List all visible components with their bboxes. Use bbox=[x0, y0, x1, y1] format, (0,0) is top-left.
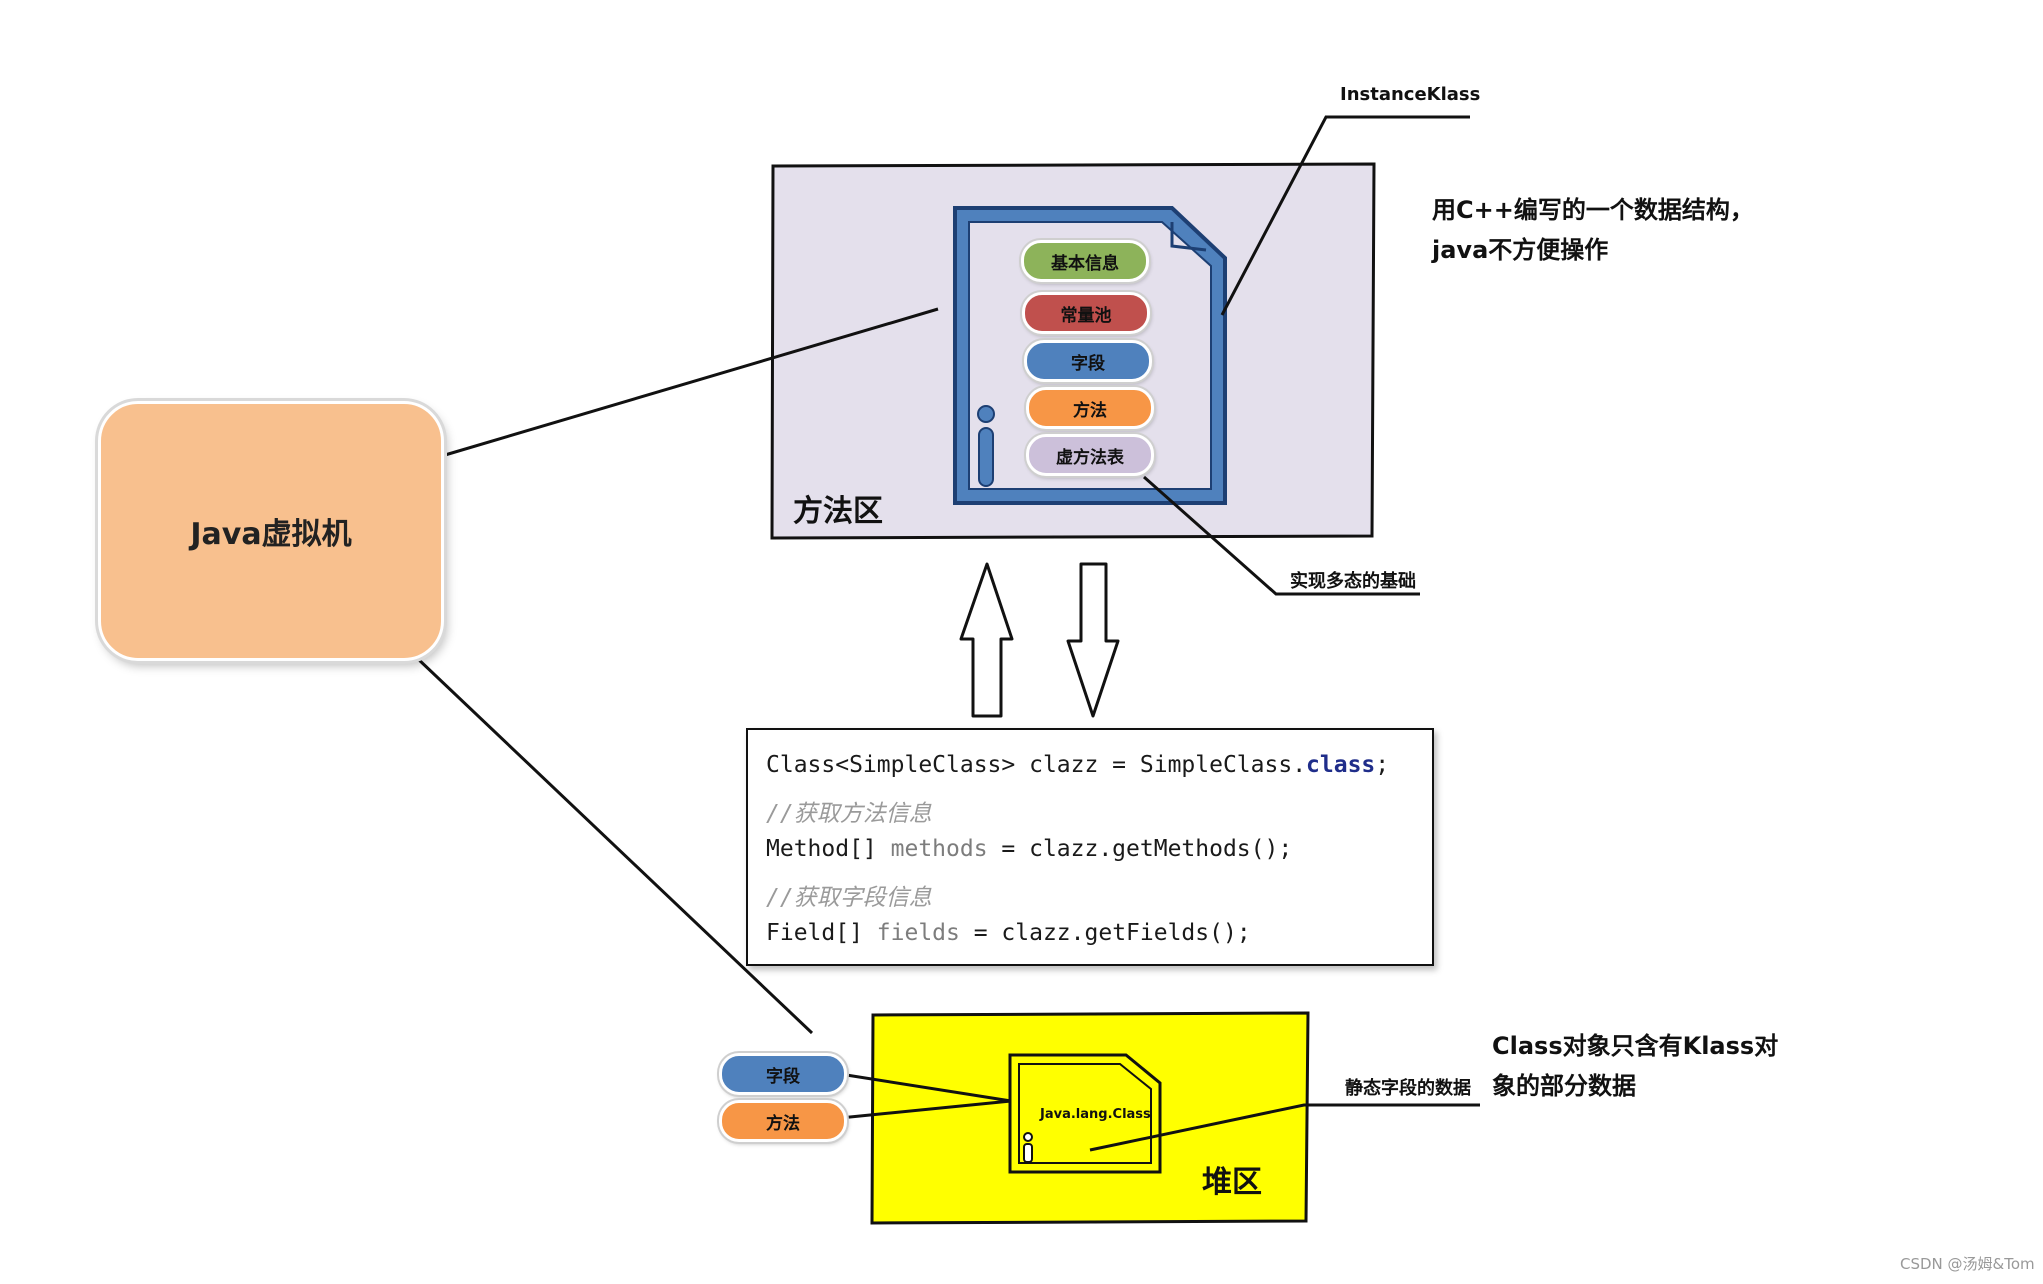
klass-note-line1: 用C++编写的一个数据结构， bbox=[1432, 196, 1754, 224]
code-line-5-end: = clazz.getFields(); bbox=[959, 920, 1251, 946]
down-arrow bbox=[1066, 562, 1120, 718]
klass-note-line2: java不方便操作 bbox=[1432, 236, 1609, 264]
heap-pill-methods: 方法 bbox=[719, 1100, 847, 1142]
pill-methods: 方法 bbox=[1026, 387, 1154, 429]
pill-basic-info-label: 基本信息 bbox=[1051, 253, 1119, 274]
heap-pill-fields: 字段 bbox=[719, 1053, 847, 1095]
up-arrow bbox=[959, 562, 1014, 718]
jvm-box: Java虚拟机 bbox=[98, 401, 444, 661]
code-comment-methods: //获取方法信息 bbox=[766, 801, 932, 827]
code-line-1-text: Class<SimpleClass> clazz = SimpleClass. bbox=[766, 752, 1307, 778]
code-line-3: Method[] methods = clazz.getMethods(); bbox=[766, 836, 1292, 862]
java-lang-class-label: Java.lang.Class bbox=[1040, 1107, 1151, 1122]
pill-constant-pool-label: 常量池 bbox=[1060, 305, 1112, 326]
code-snippet: Class<SimpleClass> clazz = SimpleClass.c… bbox=[746, 728, 1434, 966]
code-line-3-text: Method[] bbox=[766, 836, 891, 862]
heap-note-line2: 象的部分数据 bbox=[1492, 1072, 1636, 1100]
pill-fields-label: 字段 bbox=[1071, 353, 1105, 374]
code-comment-fields: //获取字段信息 bbox=[766, 885, 932, 911]
pill-basic-info: 基本信息 bbox=[1021, 240, 1149, 282]
heap-area-title: 堆区 bbox=[1202, 1165, 1262, 1200]
code-line-5-text: Field[] bbox=[766, 920, 877, 946]
code-line-3-end: = clazz.getMethods(); bbox=[987, 836, 1293, 862]
code-line-1: Class<SimpleClass> clazz = SimpleClass.c… bbox=[766, 752, 1389, 778]
code-var-methods: methods bbox=[890, 836, 988, 862]
code-keyword-class: class bbox=[1306, 752, 1376, 778]
code-line-1-end: ; bbox=[1375, 752, 1390, 778]
pill-methods-label: 方法 bbox=[1073, 400, 1107, 421]
vtable-note: 实现多态的基础 bbox=[1290, 571, 1416, 592]
pill-fields: 字段 bbox=[1024, 340, 1152, 382]
code-line-5: Field[] fields = clazz.getFields(); bbox=[766, 920, 1251, 946]
jvm-label: Java虚拟机 bbox=[190, 517, 352, 552]
static-field-data-label: 静态字段的数据 bbox=[1345, 1078, 1471, 1099]
code-var-fields: fields bbox=[876, 920, 960, 946]
heap-pill-fields-label: 字段 bbox=[766, 1066, 800, 1087]
pill-vtable: 虚方法表 bbox=[1026, 434, 1154, 476]
method-area-title: 方法区 bbox=[793, 494, 883, 529]
pill-vtable-label: 虚方法表 bbox=[1056, 447, 1124, 468]
csdn-watermark: CSDN @汤姆&Tom bbox=[1900, 1255, 2035, 1273]
instance-klass-label: InstanceKlass bbox=[1340, 84, 1481, 105]
heap-pill-methods-label: 方法 bbox=[766, 1113, 800, 1134]
pill-constant-pool: 常量池 bbox=[1022, 292, 1150, 334]
heap-note-line1: Class对象只含有Klass对 bbox=[1492, 1032, 1779, 1060]
